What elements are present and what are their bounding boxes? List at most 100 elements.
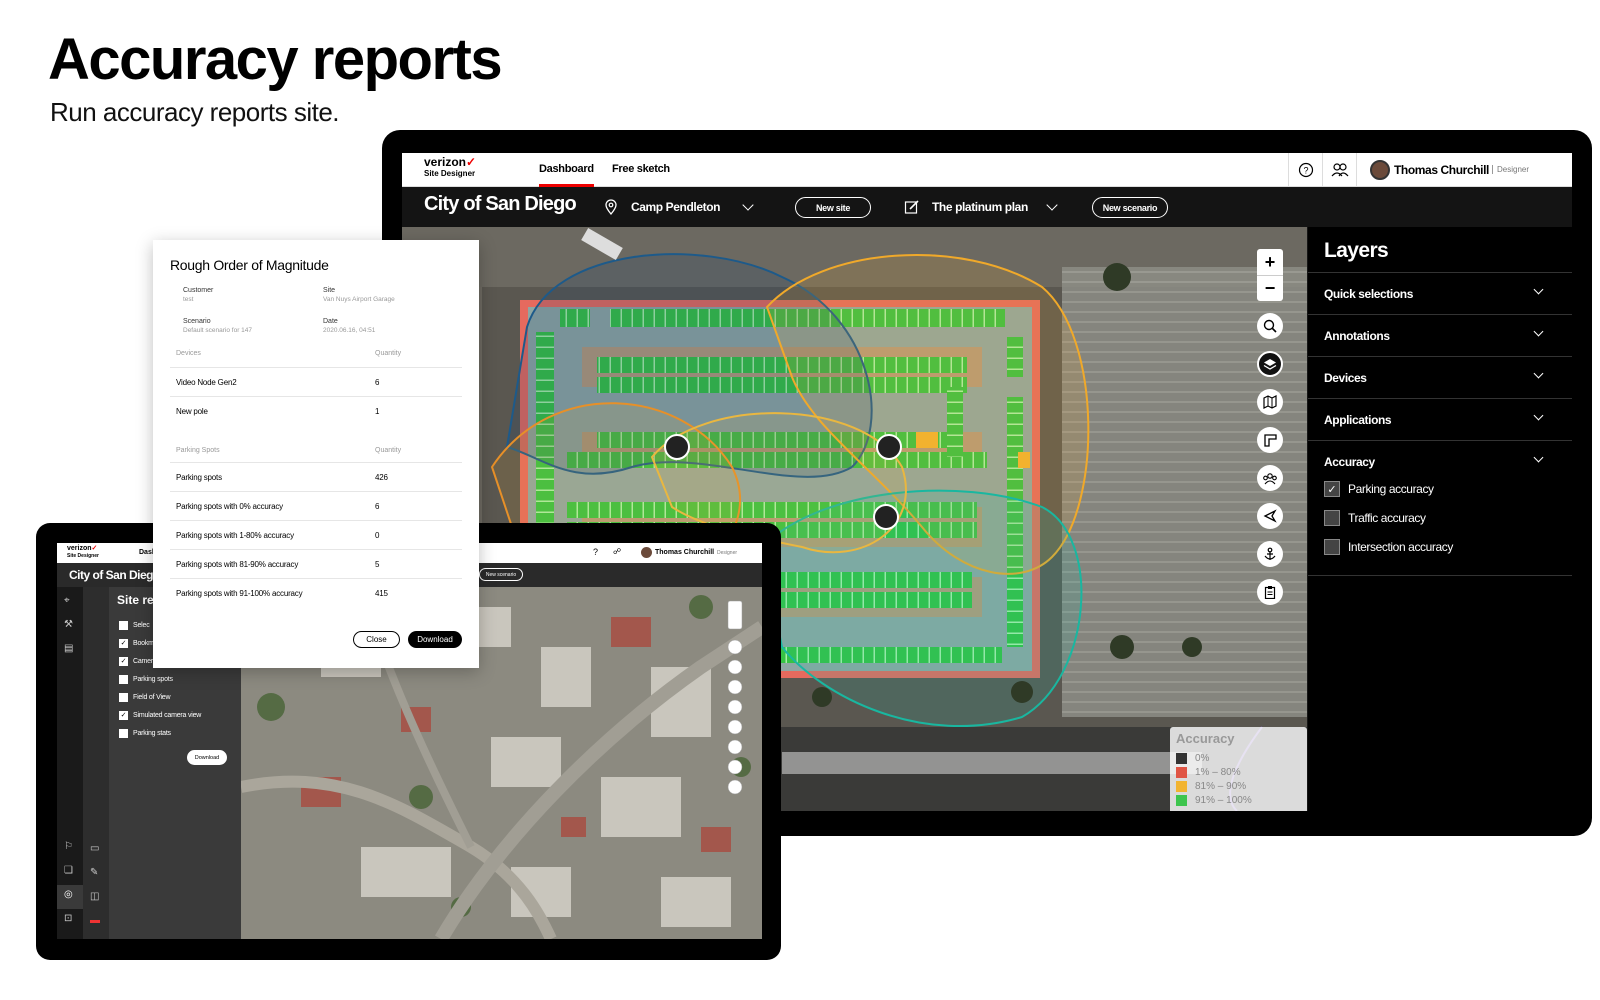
new-scenario-button[interactable]: New scenario	[479, 568, 523, 581]
target-icon[interactable]: ⊡	[64, 913, 72, 924]
navigate-icon[interactable]	[1257, 503, 1283, 529]
user-role: Designer	[717, 550, 738, 556]
measure-icon[interactable]	[1257, 427, 1283, 453]
panel-icon[interactable]: ▤	[64, 643, 73, 654]
zoom-out-icon[interactable]: −	[1257, 275, 1283, 301]
site-value: Van Nuys Airport Garage	[323, 296, 395, 303]
avatar	[641, 547, 652, 558]
nav-free-sketch[interactable]: Free sketch	[612, 163, 670, 175]
clipboard-icon[interactable]	[1257, 579, 1283, 605]
legend-item: 1% – 80%	[1176, 765, 1241, 779]
chevron-down-icon	[1533, 368, 1544, 379]
download-button[interactable]: Download	[408, 631, 462, 648]
site-label: Site	[323, 287, 336, 294]
parking-header: Parking Spots	[176, 447, 220, 454]
marker-icon[interactable]: ⚐	[64, 841, 73, 852]
parking-accuracy-checkbox[interactable]: ✓ Parking accuracy	[1324, 479, 1434, 499]
zoom-control: + −	[1257, 249, 1283, 301]
plan-selector[interactable]: The platinum plan	[932, 200, 1028, 214]
legend-title: Accuracy	[1176, 731, 1235, 746]
table-row: Parking spots with 0% accuracy 6	[170, 491, 462, 520]
anchor-icon[interactable]	[1257, 541, 1283, 567]
chevron-down-icon[interactable]	[742, 199, 754, 211]
scenario-value: Default scenario for 147	[183, 327, 253, 334]
tool-icon[interactable]: ⚒	[64, 619, 73, 630]
customer-label: Customer	[183, 287, 214, 294]
new-scenario-button[interactable]: New scenario	[1092, 197, 1168, 218]
users-icon[interactable]	[1322, 153, 1356, 187]
quantity-header: Quantity	[375, 350, 402, 357]
option-checkbox[interactable]: ✓ Camer	[119, 654, 153, 668]
help-icon[interactable]: ?	[593, 547, 598, 557]
nav-dashboard[interactable]: Dashboard	[539, 163, 594, 187]
traffic-accuracy-checkbox[interactable]: Traffic accuracy	[1324, 508, 1426, 528]
help-icon[interactable]: ?	[1288, 153, 1322, 187]
rom-report-dialog: Rough Order of Magnitude Customer test S…	[153, 240, 479, 668]
page-title: Accuracy reports	[48, 27, 503, 92]
search-icon[interactable]	[1257, 313, 1283, 339]
scenario-label: Scenario	[183, 318, 211, 325]
edit-icon[interactable]: ✎	[90, 867, 98, 878]
close-button[interactable]: Close	[353, 631, 400, 648]
layers-section-quick-selections[interactable]: Quick selections	[1308, 272, 1572, 314]
layers-section-applications[interactable]: Applications	[1308, 398, 1572, 440]
chevron-down-icon	[1533, 284, 1544, 295]
panel-title: Site re	[117, 593, 154, 607]
users-icon[interactable]: ☍	[613, 547, 621, 556]
option-checkbox[interactable]: Field of View	[119, 690, 171, 704]
table-row: Video Node Gen2 6	[170, 367, 462, 396]
verizon-logo[interactable]: verizon✓ Site Designer	[424, 156, 476, 179]
bookmark-icon[interactable]: ❏	[64, 865, 73, 876]
map-icon[interactable]	[1257, 389, 1283, 415]
chevron-down-icon[interactable]	[1046, 199, 1058, 211]
user-name: Thomas Churchill	[655, 549, 715, 556]
legend-item: 91% – 100%	[1176, 793, 1252, 807]
document-icon[interactable]: ▭	[90, 843, 99, 854]
dialog-title: Rough Order of Magnitude	[170, 257, 329, 273]
layers-title: Layers	[1324, 239, 1389, 262]
edit-icon	[904, 199, 920, 220]
group-icon[interactable]	[1257, 465, 1283, 491]
user-name: Thomas Churchill	[1394, 163, 1489, 177]
layers-panel: Layers Quick selections Annotations Devi…	[1308, 227, 1572, 811]
option-checkbox[interactable]: Parking spots	[119, 672, 173, 686]
city-title: City of San Dieg	[69, 568, 154, 582]
page-subtitle: Run accuracy reports site.	[50, 97, 340, 127]
globe-icon[interactable]: ◎	[64, 889, 73, 900]
quantity-header: Quantity	[375, 447, 402, 454]
legend-item: 81% – 90%	[1176, 779, 1246, 793]
location-pin-icon	[604, 199, 618, 220]
table-row: Parking spots with 91-100% accuracy 415	[170, 578, 462, 607]
download-button[interactable]: Download	[187, 750, 227, 765]
customer-value: test	[183, 296, 194, 303]
avatar	[1370, 160, 1390, 180]
chevron-down-icon	[1533, 410, 1544, 421]
option-checkbox[interactable]: ✓ Simulated camera view	[119, 708, 201, 722]
accuracy-legend: Accuracy 0% 1% – 80% 81% – 90% 91% – 100…	[1170, 727, 1307, 811]
layers-icon[interactable]	[1257, 351, 1283, 377]
book-icon[interactable]: ◫	[90, 891, 99, 902]
layers-section-devices[interactable]: Devices	[1308, 356, 1572, 398]
new-site-button[interactable]: New site	[795, 197, 871, 218]
option-checkbox[interactable]: Selec	[119, 618, 150, 632]
intersection-accuracy-checkbox[interactable]: Intersection accuracy	[1324, 537, 1453, 557]
legend-item: 0%	[1176, 751, 1209, 765]
table-row: New pole 1	[170, 396, 462, 425]
left-rail: ⌖ ⚒ ▤ ⚐ ❏ ◎ ⊡	[57, 587, 83, 939]
table-row: Parking spots with 81-90% accuracy 5	[170, 549, 462, 578]
project-bar: City of San Diego Camp Pendleton New sit…	[402, 187, 1572, 227]
chevron-down-icon	[1533, 326, 1544, 337]
svg-text:?: ?	[1303, 166, 1308, 176]
top-nav-bar: verizon✓ Site Designer Dashboard Free sk…	[402, 153, 1572, 187]
pin-icon[interactable]: ⌖	[64, 595, 70, 606]
site-selector[interactable]: Camp Pendleton	[631, 200, 720, 214]
option-checkbox[interactable]: Parking stats	[119, 726, 171, 740]
report-icon[interactable]: ▬	[90, 915, 100, 926]
zoom-in-icon[interactable]: +	[1257, 249, 1283, 275]
date-value: 2020.06.16, 04:51	[323, 327, 376, 334]
chevron-down-icon	[1533, 452, 1544, 463]
devices-header: Devices	[176, 350, 201, 357]
layers-section-annotations[interactable]: Annotations	[1308, 314, 1572, 356]
verizon-logo[interactable]: verizon✓ Site Designer	[67, 545, 99, 560]
option-checkbox[interactable]: ✓ Bookm	[119, 636, 154, 650]
